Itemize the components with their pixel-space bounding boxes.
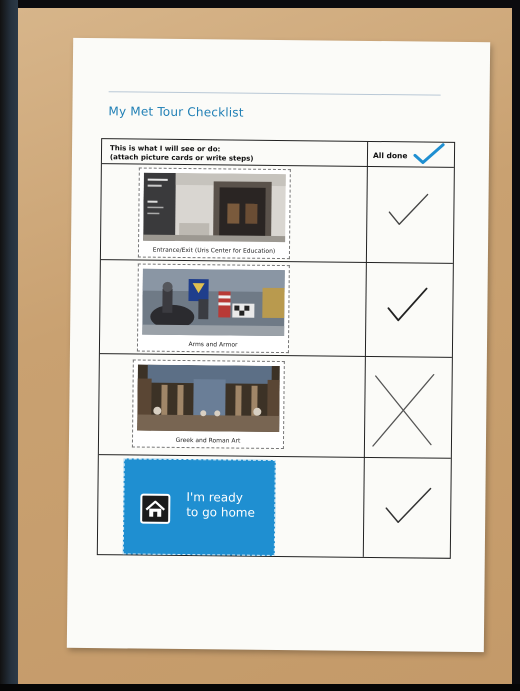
left-edge-shadow — [0, 0, 18, 691]
home-card-text: I'm ready to go home — [186, 490, 255, 521]
picture-card-go-home: I'm ready to go home — [122, 458, 276, 556]
checkmark-icon — [413, 143, 445, 165]
all-done-label: All done — [372, 150, 408, 161]
photo-scene: My Met Tour Checklist This is what I wil… — [0, 0, 520, 691]
cross-icon — [372, 373, 435, 447]
row-divider — [99, 353, 452, 359]
header-line-2: (attach picture cards or write steps) — [109, 153, 254, 163]
column-divider — [362, 141, 369, 557]
checklist-table: This is what I will see or do: (attach p… — [96, 138, 456, 559]
home-card-line-2: to go home — [186, 505, 255, 520]
checkmark-icon — [387, 287, 428, 322]
arms-armor-photo — [142, 268, 285, 337]
card-caption: Entrance/Exit (Uris Center for Education… — [152, 246, 276, 255]
picture-card-entrance: Entrance/Exit (Uris Center for Education… — [137, 167, 291, 260]
greek-roman-photo — [137, 364, 280, 433]
sheet-title: My Met Tour Checklist — [108, 104, 244, 120]
entrance-photo — [143, 172, 286, 243]
home-icon — [140, 493, 171, 524]
top-rule — [108, 91, 441, 96]
card-caption: Greek and Roman Art — [175, 436, 241, 445]
checkmark-icon — [388, 193, 429, 225]
bottom-edge — [0, 684, 520, 691]
card-caption: Arms and Armor — [188, 341, 238, 349]
picture-card-arms-armor: Arms and Armor — [136, 263, 290, 354]
home-card-line-1: I'm ready — [186, 490, 243, 505]
checklist-sheet: My Met Tour Checklist This is what I wil… — [66, 37, 491, 653]
checkmark-icon — [385, 487, 432, 524]
header-instructions: This is what I will see or do: (attach p… — [110, 144, 254, 164]
picture-card-greek-roman: Greek and Roman Art — [131, 359, 285, 450]
